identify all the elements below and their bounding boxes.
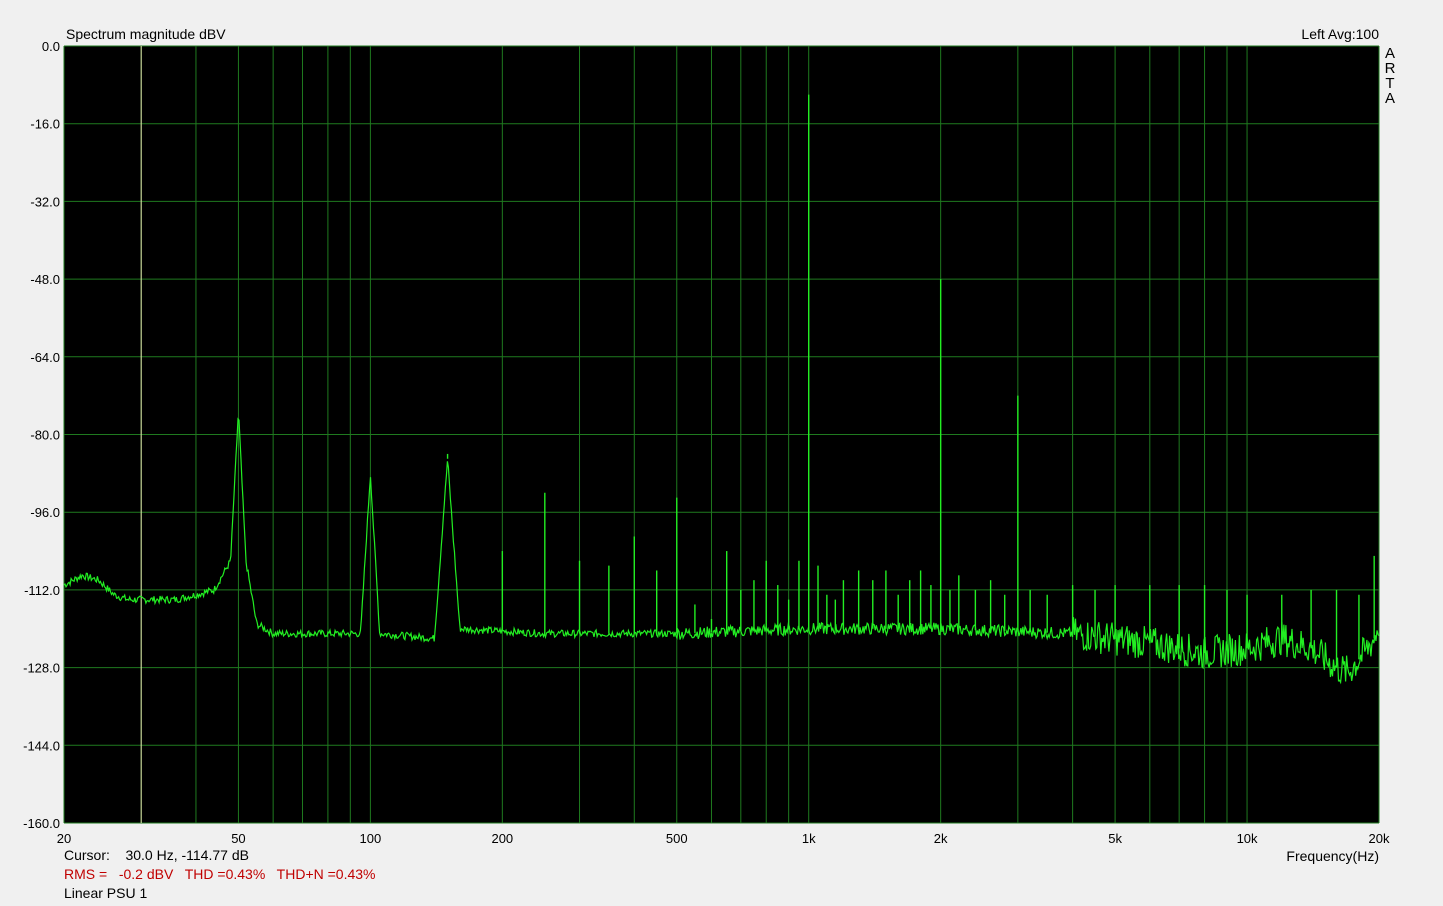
- x-tick-label: 20: [57, 831, 71, 846]
- measurement-readout: RMS = -0.2 dBV THD =0.43% THD+N =0.43%: [64, 866, 376, 882]
- y-tick-label: -80.0: [30, 428, 60, 443]
- y-tick-label: -128.0: [23, 661, 60, 676]
- y-tick-label: -16.0: [30, 117, 60, 132]
- logo-letter: T: [1385, 75, 1395, 92]
- x-tick-label: 10k: [1237, 831, 1258, 846]
- x-tick-label: 200: [491, 831, 513, 846]
- x-tick-label: 2k: [934, 831, 948, 846]
- x-tick-label: 500: [666, 831, 688, 846]
- y-tick-label: -144.0: [23, 738, 60, 753]
- y-tick-label: -64.0: [30, 350, 60, 365]
- cursor-readout: Cursor: 30.0 Hz, -114.77 dB: [64, 847, 249, 863]
- x-axis-label: Frequency(Hz): [1286, 848, 1379, 864]
- x-tick-label: 100: [360, 831, 382, 846]
- spectrum-chart: Spectrum magnitude dBV Left Avg:100 0.0 -…: [23, 26, 1390, 864]
- x-tick-label: 20k: [1369, 831, 1390, 846]
- x-tick-label: 1k: [802, 831, 816, 846]
- y-tick-label: -112.0: [24, 583, 60, 598]
- y-axis: 0.0 -16.0 -32.0 -48.0 -64.0 -80.0 -96.0 -112.0 -…: [23, 39, 60, 831]
- logo-letter: A: [1384, 90, 1395, 107]
- x-tick-label: 5k: [1108, 831, 1122, 846]
- logo-letter: A: [1384, 45, 1395, 62]
- chart-title: Spectrum magnitude dBV: [66, 26, 226, 42]
- channel-info: Left Avg:100: [1301, 26, 1379, 42]
- y-tick-label: -32.0: [30, 194, 60, 209]
- y-tick-label: 0.0: [42, 39, 60, 54]
- arta-logo: A R T A: [1383, 46, 1397, 106]
- series-legend: Linear PSU 1: [64, 885, 148, 901]
- y-tick-label: -160.0: [23, 816, 60, 831]
- y-tick-label: -48.0: [30, 272, 60, 287]
- y-tick-label: -96.0: [30, 505, 60, 520]
- logo-letter: R: [1384, 60, 1396, 77]
- x-axis: 20 50 100 200 500 1k 2k 5k 10k 20k: [57, 831, 1390, 846]
- x-tick-label: 50: [231, 831, 245, 846]
